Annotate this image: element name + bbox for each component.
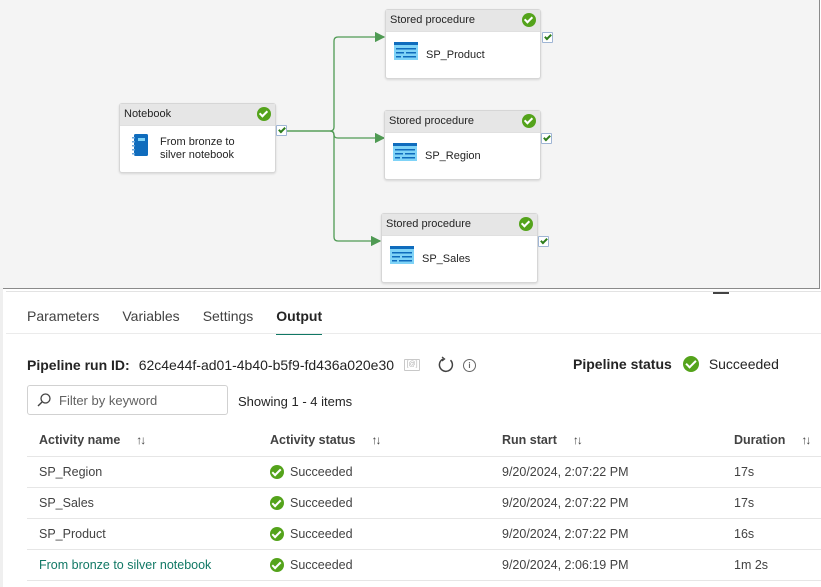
duration-cell: 17s	[722, 456, 821, 488]
tab-parameters[interactable]: Parameters	[27, 308, 99, 334]
tab-variables[interactable]: Variables	[122, 308, 179, 334]
node-type-text: Notebook	[124, 108, 172, 120]
properties-tabs: Parameters Variables Settings Output	[27, 308, 345, 335]
refresh-icon[interactable]	[437, 356, 455, 374]
panel-resize-handle[interactable]	[713, 292, 729, 294]
on-success-output-handle[interactable]	[542, 32, 553, 43]
success-check-icon	[270, 465, 284, 479]
table-row[interactable]: SP_Sales Succeeded 9/20/2024, 2:07:22 PM…	[27, 487, 821, 519]
duration-cell: 1m 2s	[722, 549, 821, 581]
run-start-cell: 9/20/2024, 2:07:22 PM	[490, 518, 722, 550]
sort-icon[interactable]: ↑↓	[136, 433, 146, 447]
table-row[interactable]: SP_Region Succeeded 9/20/2024, 2:07:22 P…	[27, 456, 821, 488]
tabs-divider	[6, 333, 821, 334]
on-success-output-handle[interactable]	[541, 133, 552, 144]
activity-status-cell: Succeeded	[290, 465, 353, 479]
tab-output[interactable]: Output	[276, 308, 322, 335]
pipeline-status: Pipeline status Succeeded	[573, 356, 779, 372]
search-icon	[37, 393, 51, 407]
node-name: From bronze to silver notebook	[160, 136, 235, 161]
column-header-run-start[interactable]: Run start ↑↓	[490, 424, 722, 457]
filter-keyword-input[interactable]	[57, 391, 221, 409]
activity-node-notebook[interactable]: Notebook From bronze to silver notebook	[119, 103, 276, 173]
table-row[interactable]: SP_Product Succeeded 9/20/2024, 2:07:22 …	[27, 518, 821, 550]
connector-notebook-to-sp-product[interactable]	[287, 31, 386, 132]
activity-name-cell: SP_Region	[27, 456, 258, 488]
node-name: SP_Region	[425, 149, 481, 162]
panel-edge	[0, 288, 3, 587]
run-start-cell: 9/20/2024, 2:06:19 PM	[490, 549, 722, 581]
node-name: SP_Sales	[422, 252, 471, 265]
pipeline-status-label: Pipeline status	[573, 356, 672, 372]
success-check-icon	[522, 114, 536, 128]
success-check-icon	[522, 13, 536, 27]
node-type-text: Stored procedure	[386, 218, 471, 230]
run-id-value: 62c4e44f-ad01-4b40-b5f9-fd436a020e30	[138, 357, 395, 373]
info-icon[interactable]: i	[463, 358, 477, 372]
node-type-label: Stored procedure	[386, 10, 540, 32]
success-check-icon	[257, 107, 271, 121]
run-start-cell: 9/20/2024, 2:07:22 PM	[490, 487, 722, 519]
activity-status-cell: Succeeded	[290, 527, 353, 541]
panel-divider	[6, 291, 821, 292]
stored-procedure-icon	[390, 246, 414, 264]
node-type-text: Stored procedure	[389, 115, 474, 127]
pipeline-canvas[interactable]: Notebook From bronze to silver notebook S…	[0, 0, 820, 289]
connector-notebook-to-sp-region[interactable]	[287, 130, 386, 144]
activity-status-cell: Succeeded	[290, 558, 353, 572]
node-type-text: Stored procedure	[390, 14, 475, 26]
success-check-icon	[270, 527, 284, 541]
column-header-activity-status[interactable]: Activity status ↑↓	[258, 424, 490, 457]
showing-items-count: Showing 1 - 4 items	[238, 394, 353, 409]
pipeline-run-id: Pipeline run ID: 62c4e44f-ad01-4b40-b5f9…	[27, 356, 477, 374]
sort-icon[interactable]: ↑↓	[371, 433, 381, 447]
stored-procedure-icon	[393, 143, 417, 161]
table-header-row: Activity name ↑↓ Activity status ↑↓ Run st…	[27, 424, 821, 457]
filter-search-box[interactable]	[27, 385, 228, 415]
duration-cell: 16s	[722, 518, 821, 550]
tab-settings[interactable]: Settings	[203, 308, 254, 334]
on-success-output-handle[interactable]	[538, 236, 549, 247]
activity-runs-table: Activity name ↑↓ Activity status ↑↓ Run st…	[27, 424, 821, 581]
connector-notebook-to-sp-sales[interactable]	[329, 130, 382, 247]
run-id-label: Pipeline run ID:	[27, 357, 130, 373]
column-header-duration[interactable]: Duration ↑↓	[722, 424, 821, 457]
activity-name-link[interactable]: From bronze to silver notebook	[39, 558, 211, 572]
activity-node-sp-region[interactable]: Stored procedure SP_Region	[384, 110, 541, 180]
success-check-icon	[270, 496, 284, 510]
sort-icon[interactable]: ↑↓	[801, 433, 811, 447]
activity-node-sp-sales[interactable]: Stored procedure SP_Sales	[381, 213, 538, 283]
pipeline-status-value: Succeeded	[708, 356, 779, 372]
notebook-icon	[132, 134, 148, 156]
activity-node-sp-product[interactable]: Stored procedure SP_Product	[385, 9, 541, 79]
activity-name-cell: SP_Sales	[27, 487, 258, 519]
table-row[interactable]: From bronze to silver notebook Succeeded…	[27, 549, 821, 581]
success-check-icon	[519, 217, 533, 231]
activity-name-cell: SP_Product	[27, 518, 258, 550]
run-start-cell: 9/20/2024, 2:07:22 PM	[490, 456, 722, 488]
activity-status-cell: Succeeded	[290, 496, 353, 510]
stored-procedure-icon	[394, 42, 418, 60]
on-success-output-handle[interactable]	[276, 125, 287, 136]
duration-cell: 17s	[722, 487, 821, 519]
sort-icon[interactable]: ↑↓	[573, 433, 583, 447]
node-type-label: Stored procedure	[382, 214, 537, 236]
copy-icon[interactable]: [@]	[404, 359, 421, 371]
success-check-icon	[682, 356, 699, 372]
node-type-label: Stored procedure	[385, 111, 540, 133]
node-type-label: Notebook	[120, 104, 275, 126]
column-header-activity-name[interactable]: Activity name ↑↓	[27, 424, 258, 457]
success-check-icon	[270, 558, 284, 572]
node-name: SP_Product	[426, 48, 485, 61]
